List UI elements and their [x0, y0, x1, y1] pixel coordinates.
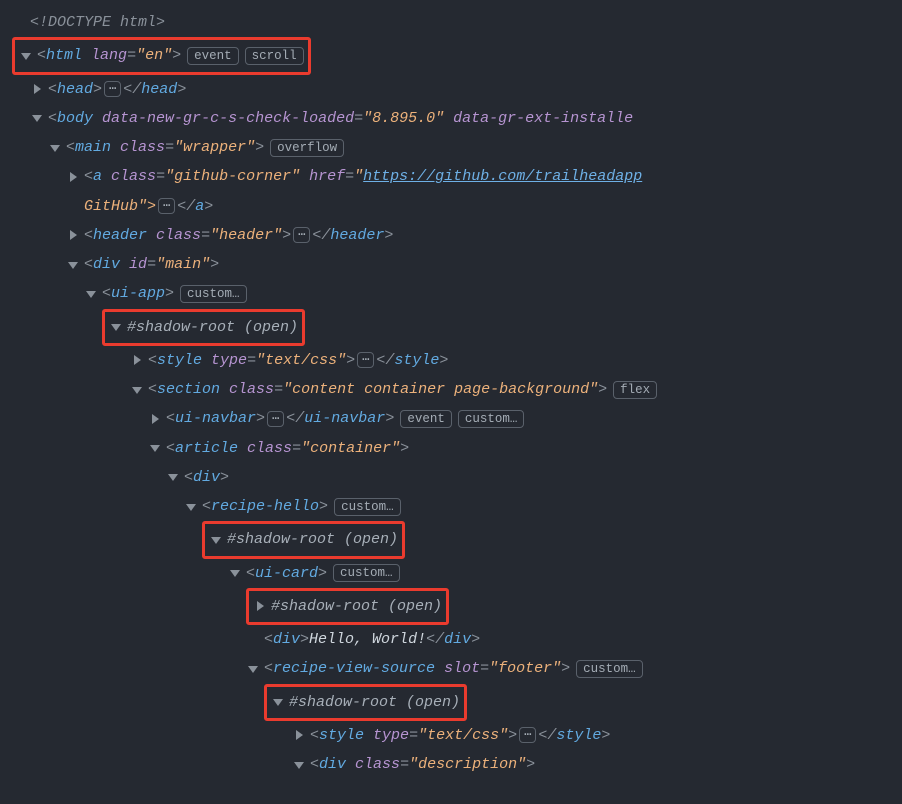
shadow-root-line[interactable]: #shadow-root (open) [12, 309, 902, 346]
html-element-line[interactable]: <html lang="en"> event scroll [12, 37, 902, 74]
href-link[interactable]: https://github.com/trailheadapp [363, 168, 642, 185]
style-element-line[interactable]: <style type="text/css">⋯</style> [12, 721, 902, 750]
style-element-line[interactable]: <style type="text/css">⋯</style> [12, 346, 902, 375]
expand-arrow-icon[interactable] [19, 49, 33, 63]
custom-badge[interactable]: custom… [458, 410, 525, 428]
expand-arrow-icon[interactable] [148, 441, 162, 455]
custom-badge[interactable]: custom… [334, 498, 401, 516]
ellipsis-icon[interactable]: ⋯ [293, 227, 310, 243]
collapse-arrow-icon[interactable] [66, 228, 80, 242]
shadow-root-line[interactable]: #shadow-root (open) [12, 684, 902, 721]
collapse-arrow-icon[interactable] [148, 412, 162, 426]
div-main-line[interactable]: <div id="main"> [12, 250, 902, 279]
expand-arrow-icon[interactable] [109, 320, 123, 334]
expand-arrow-icon[interactable] [271, 695, 285, 709]
highlight-box: <html lang="en"> event scroll [12, 37, 311, 74]
div-description-line[interactable]: <div class="description"> [12, 750, 902, 779]
shadow-root-label: #shadow-root (open) [289, 688, 460, 717]
scroll-badge[interactable]: scroll [245, 47, 304, 65]
custom-badge[interactable]: custom… [333, 564, 400, 582]
ellipsis-icon[interactable]: ⋯ [158, 198, 175, 214]
custom-badge[interactable]: custom… [180, 285, 247, 303]
collapse-arrow-icon[interactable] [30, 82, 44, 96]
shadow-root-label: #shadow-root (open) [271, 592, 442, 621]
overflow-badge[interactable]: overflow [270, 139, 344, 157]
expand-arrow-icon[interactable] [292, 758, 306, 772]
shadow-root-label: #shadow-root (open) [127, 313, 298, 342]
highlight-box: #shadow-root (open) [264, 684, 467, 721]
div-element-line[interactable]: <div> [12, 463, 902, 492]
ui-navbar-line[interactable]: <ui-navbar>⋯</ui-navbar> event custom… [12, 404, 902, 433]
expand-arrow-icon[interactable] [48, 141, 62, 155]
expand-arrow-icon[interactable] [166, 470, 180, 484]
highlight-box: #shadow-root (open) [246, 588, 449, 625]
div-hello-line[interactable]: <div>Hello, World!</div> [12, 625, 902, 654]
ellipsis-icon[interactable]: ⋯ [519, 727, 536, 743]
collapse-arrow-icon[interactable] [292, 728, 306, 742]
article-element-line[interactable]: <article class="container"> [12, 434, 902, 463]
ellipsis-icon[interactable]: ⋯ [267, 411, 284, 427]
doctype-text: <!DOCTYPE html> [30, 8, 165, 37]
attr-value: "en" [136, 41, 172, 70]
flex-badge[interactable]: flex [613, 381, 657, 399]
highlight-box: #shadow-root (open) [102, 309, 305, 346]
shadow-root-line[interactable]: #shadow-root (open) [12, 521, 902, 558]
expand-arrow-icon[interactable] [246, 662, 260, 676]
a-element-line[interactable]: <a class="github-corner" href="https://g… [12, 162, 902, 191]
expand-arrow-icon[interactable] [228, 566, 242, 580]
main-element-line[interactable]: <main class="wrapper"> overflow [12, 133, 902, 162]
expand-arrow-icon[interactable] [66, 258, 80, 272]
expand-arrow-icon[interactable] [209, 533, 223, 547]
expand-arrow-icon[interactable] [30, 111, 44, 125]
doctype-line[interactable]: <!DOCTYPE html> [12, 8, 902, 37]
body-element-line[interactable]: <body data-new-gr-c-s-check-loaded="8.89… [12, 104, 902, 133]
ellipsis-icon[interactable]: ⋯ [357, 352, 374, 368]
expand-arrow-icon[interactable] [130, 383, 144, 397]
collapse-arrow-icon[interactable] [253, 599, 267, 613]
event-badge[interactable]: event [187, 47, 239, 65]
header-element-line[interactable]: <header class="header">⋯</header> [12, 221, 902, 250]
expand-arrow-icon[interactable] [184, 500, 198, 514]
ui-app-line[interactable]: <ui-app> custom… [12, 279, 902, 308]
event-badge[interactable]: event [400, 410, 452, 428]
custom-badge[interactable]: custom… [576, 660, 643, 678]
recipe-hello-line[interactable]: <recipe-hello> custom… [12, 492, 902, 521]
elements-panel: <!DOCTYPE html> <html lang="en"> event s… [0, 0, 902, 787]
shadow-root-label: #shadow-root (open) [227, 525, 398, 554]
text-node: Hello, World! [309, 625, 426, 654]
collapse-arrow-icon[interactable] [66, 170, 80, 184]
ellipsis-icon[interactable]: ⋯ [104, 81, 121, 97]
tag-name: html [46, 41, 82, 70]
expand-arrow-icon[interactable] [84, 287, 98, 301]
highlight-box: #shadow-root (open) [202, 521, 405, 558]
section-element-line[interactable]: <section class="content container page-b… [12, 375, 902, 404]
ui-card-line[interactable]: <ui-card> custom… [12, 559, 902, 588]
collapse-arrow-icon[interactable] [130, 353, 144, 367]
a-element-line-2[interactable]: GitHub">⋯</a> [12, 192, 902, 221]
head-element-line[interactable]: <head>⋯</head> [12, 75, 902, 104]
attr-name: lang [91, 41, 127, 70]
shadow-root-line[interactable]: #shadow-root (open) [12, 588, 902, 625]
recipe-view-source-line[interactable]: <recipe-view-source slot="footer"> custo… [12, 654, 902, 683]
